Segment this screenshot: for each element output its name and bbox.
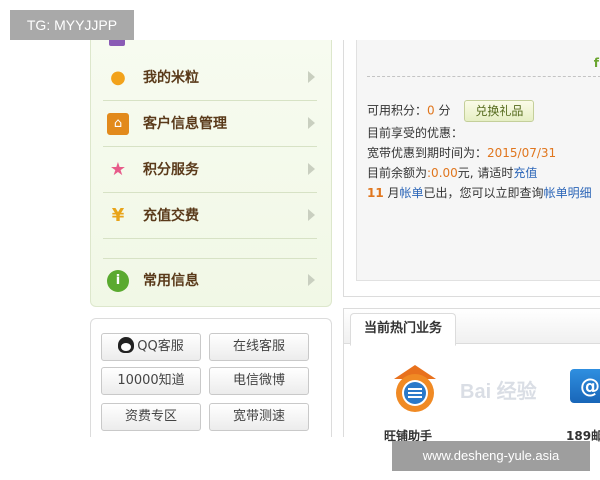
menu-item-label: 客户信息管理 — [143, 116, 227, 132]
tab-hot-business[interactable]: 当前热门业务 — [350, 313, 456, 346]
points-line: 可用积分：0 分 兑换礼品 — [367, 100, 535, 122]
account-info-box: f 可用积分：0 分 兑换礼品 目前享受的优惠： 宽带优惠到期时间为：2015/… — [356, 40, 600, 281]
bill-line: 11 月帐单已出，您可以立即查询帐单明细 — [367, 184, 592, 201]
chevron-right-icon — [308, 163, 315, 175]
chevron-right-icon — [308, 117, 315, 129]
points-value: 0 — [427, 103, 435, 118]
exchange-gift-button[interactable]: 兑换礼品 — [464, 100, 535, 122]
chevron-right-icon — [308, 71, 315, 83]
menu-item-points[interactable]: ★ 积分服务 — [103, 148, 317, 193]
discount-line: 目前享受的优惠： — [367, 124, 463, 141]
points-unit: 分 — [434, 103, 451, 118]
bill-text-2: 已出，您可以立即查询 — [423, 186, 544, 200]
telecom-weibo-button[interactable]: 电信微博 — [209, 367, 309, 395]
online-service-button[interactable]: 在线客服 — [209, 333, 309, 361]
menu-item-common-info[interactable]: i 常用信息 — [103, 258, 317, 303]
balance-label: 目前余额为 — [367, 166, 428, 180]
tag-badge: TG: MYYJJPP — [10, 10, 134, 40]
account-info-panel: f 可用积分：0 分 兑换礼品 目前享受的优惠： 宽带优惠到期时间为：2015/… — [343, 40, 600, 297]
bill-link[interactable]: 帐单 — [400, 186, 424, 200]
tariff-zone-button[interactable]: 资费专区 — [101, 403, 201, 431]
quick-services-panel: QQ客服 在线客服 10000知道 电信微博 资费专区 宽带测速 — [90, 318, 332, 437]
menu-item-recharge[interactable]: ¥ 充值交费 — [103, 194, 317, 239]
bill-month: 11 — [367, 186, 384, 200]
balance-suffix: 元, 请适时 — [457, 166, 514, 180]
qq-service-label: QQ客服 — [137, 339, 184, 354]
house-icon: ⌂ — [107, 113, 129, 135]
rice-grain-icon: ● — [110, 67, 126, 88]
menu-item-label: 充值交费 — [143, 208, 199, 224]
mail-189-icon[interactable]: @ — [570, 369, 600, 403]
10000-know-button[interactable]: 10000知道 — [101, 367, 201, 395]
bill-text-1: 月 — [383, 186, 400, 200]
divider — [367, 76, 600, 77]
menu-item-label: 我的米粒 — [143, 70, 199, 86]
bill-detail-link[interactable]: 帐单明细 — [544, 186, 592, 200]
points-label: 可用积分： — [367, 103, 428, 118]
expiry-line: 宽带优惠到期时间为：2015/07/31 — [367, 144, 556, 161]
recharge-link[interactable]: 充值 — [513, 166, 537, 180]
baidu-watermark: Bai 经验 — [460, 381, 537, 403]
account-menu: ● 我的米粒 ⌂ 客户信息管理 ★ 积分服务 ¥ 充值交费 i 常用信息 — [90, 40, 332, 307]
star-icon: ★ — [109, 159, 127, 180]
broadband-speed-test-button[interactable]: 宽带测速 — [209, 403, 309, 431]
expiry-label: 宽带优惠到期时间为： — [367, 146, 488, 160]
menu-item-customer-info[interactable]: ⌂ 客户信息管理 — [103, 102, 317, 147]
expiry-date: 2015/07/31 — [487, 146, 557, 160]
qq-penguin-icon — [118, 337, 135, 353]
site-watermark: www.desheng-yule.asia — [392, 441, 590, 471]
wang-shop-icon[interactable] — [388, 361, 442, 415]
chevron-right-icon — [308, 209, 315, 221]
balance-value: :0.00 — [427, 166, 458, 180]
yen-icon: ¥ — [111, 205, 125, 226]
discount-label: 目前享受的优惠： — [367, 126, 464, 140]
qq-service-button[interactable]: QQ客服 — [101, 333, 201, 361]
corner-mark: f — [593, 56, 599, 70]
menu-item-my-rice[interactable]: ● 我的米粒 — [103, 56, 317, 101]
hot-business-panel: 当前热门业务 Bai 经验 @ 旺铺助手 189邮 — [343, 308, 600, 443]
hot-business-header: 当前热门业务 — [344, 309, 600, 346]
chevron-right-icon — [308, 274, 315, 286]
partial-menu-icon — [109, 40, 125, 46]
menu-item-label: 积分服务 — [143, 162, 199, 178]
menu-item-label: 常用信息 — [143, 273, 199, 289]
balance-line: 目前余额为:0.00元, 请适时充值 — [367, 164, 537, 181]
info-icon: i — [107, 270, 129, 292]
